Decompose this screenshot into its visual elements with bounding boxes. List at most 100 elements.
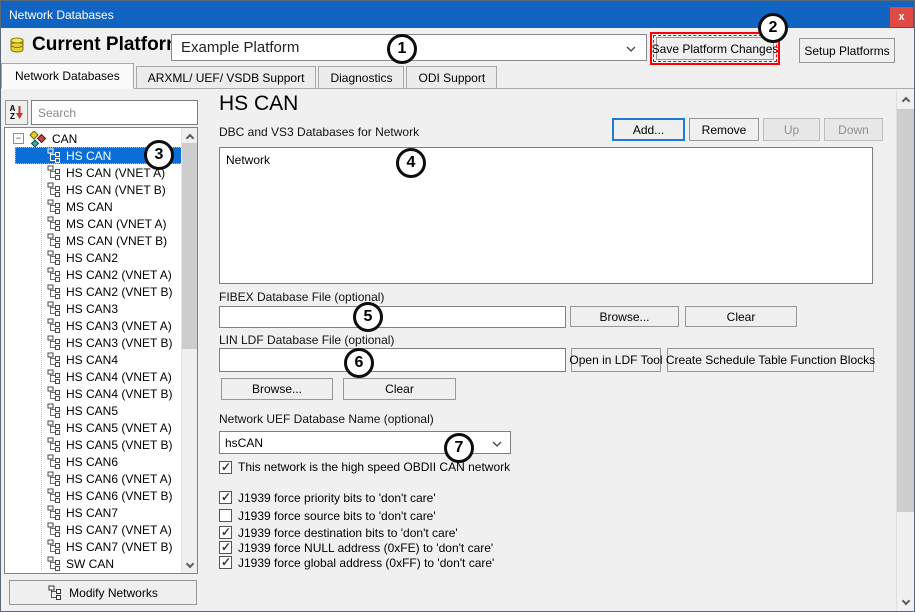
tab-network-databases[interactable]: Network Databases xyxy=(1,63,134,89)
checkbox-icon xyxy=(219,526,232,539)
chevron-down-icon xyxy=(492,441,502,447)
obdii-network-checkbox[interactable]: This network is the high speed OBDII CAN… xyxy=(219,460,510,474)
j1939-checkbox-j1939-force-source-bits-to-don-t-care[interactable]: J1939 force source bits to 'don't care' xyxy=(219,508,494,523)
tree-item-sw-can[interactable]: SW CAN xyxy=(15,555,193,572)
main-scrollbar[interactable] xyxy=(896,90,915,612)
network-node-icon xyxy=(47,233,62,248)
tree-item-hs-can7[interactable]: HS CAN7 xyxy=(15,504,193,521)
tree-item-hs-can6-vnet-a[interactable]: HS CAN6 (VNET A) xyxy=(15,470,193,487)
tree-scrollbar-thumb[interactable] xyxy=(182,143,197,349)
j1939-checkbox-j1939-force-null-address-0xfe-to-don-t-care[interactable]: J1939 force NULL address (0xFE) to 'don'… xyxy=(219,540,494,555)
network-node-icon xyxy=(47,267,62,282)
ldf-browse-button[interactable]: Browse... xyxy=(221,378,333,400)
network-node-icon xyxy=(47,556,62,571)
close-button[interactable]: x xyxy=(890,7,913,27)
page-title: HS CAN xyxy=(219,92,298,116)
tree-item-label: HS CAN5 (VNET A) xyxy=(66,421,172,435)
tree-item-hs-can5-vnet-b[interactable]: HS CAN5 (VNET B) xyxy=(15,436,193,453)
scroll-up-icon[interactable] xyxy=(182,128,197,144)
tree-item-label: HS CAN2 (VNET B) xyxy=(66,285,172,299)
checkbox-icon xyxy=(219,556,232,569)
sort-arrow-icon xyxy=(16,105,23,120)
network-node-icon xyxy=(47,318,62,333)
network-node-icon xyxy=(47,522,62,537)
tree-item-ms-can-vnet-b[interactable]: MS CAN (VNET B) xyxy=(15,232,193,249)
tree-item-hs-can4-vnet-b[interactable]: HS CAN4 (VNET B) xyxy=(15,385,193,402)
tree-item-hs-can5-vnet-a[interactable]: HS CAN5 (VNET A) xyxy=(15,419,193,436)
tree-item-hs-can3-vnet-a[interactable]: HS CAN3 (VNET A) xyxy=(15,317,193,334)
j1939-checkbox-j1939-force-destination-bits-to-don-t-care[interactable]: J1939 force destination bits to 'don't c… xyxy=(219,525,494,540)
down-button[interactable]: Down xyxy=(824,118,883,141)
network-node-icon xyxy=(47,539,62,554)
annotation-circle-4: 4 xyxy=(396,148,426,178)
tree-item-hs-can2-vnet-a[interactable]: HS CAN2 (VNET A) xyxy=(15,266,193,283)
j1939-checkbox-label: J1939 force global address (0xFF) to 'do… xyxy=(238,556,494,570)
tree-item-hs-can4[interactable]: HS CAN4 xyxy=(15,351,193,368)
scroll-down-icon[interactable] xyxy=(897,593,915,612)
open-in-ldf-tool-button[interactable]: Open in LDF Tool xyxy=(571,348,661,372)
tree-item-label: HS CAN (VNET B) xyxy=(66,183,166,197)
main-scrollbar-thumb[interactable] xyxy=(897,109,915,512)
tree-item-hs-can2[interactable]: HS CAN2 xyxy=(15,249,193,266)
j1939-checkbox-group: J1939 force priority bits to 'don't care… xyxy=(219,490,494,570)
tree-item-label: HS CAN7 (VNET A) xyxy=(66,523,172,537)
tree-item-label: HS CAN3 (VNET A) xyxy=(66,319,172,333)
ldf-file-input[interactable] xyxy=(219,348,566,372)
network-node-icon xyxy=(47,488,62,503)
tree-item-hs-can3[interactable]: HS CAN3 xyxy=(15,300,193,317)
current-platform-label: Current Platform xyxy=(32,34,183,56)
tree-item-hs-can7-vnet-a[interactable]: HS CAN7 (VNET A) xyxy=(15,521,193,538)
collapse-icon[interactable]: − xyxy=(13,133,24,144)
tree-item-label: HS CAN6 (VNET A) xyxy=(66,472,172,486)
network-node-icon xyxy=(47,403,62,418)
network-tree[interactable]: − CAN HS CAN xyxy=(4,127,198,574)
modify-networks-icon xyxy=(48,585,63,600)
uef-name-value: hsCAN xyxy=(225,436,263,450)
fibex-browse-button[interactable]: Browse... xyxy=(570,306,679,327)
save-platform-changes-button[interactable]: Save Platform Changes xyxy=(656,37,774,60)
tree-item-list: HS CAN HS CAN (VNET A) xyxy=(5,147,197,572)
scroll-up-icon[interactable] xyxy=(897,90,915,109)
tree-item-label: MS CAN (VNET A) xyxy=(66,217,166,231)
tree-item-hs-can7-vnet-b[interactable]: HS CAN7 (VNET B) xyxy=(15,538,193,555)
tree-item-label: HS CAN6 xyxy=(66,455,118,469)
network-node-icon xyxy=(47,386,62,401)
j1939-checkbox-j1939-force-global-address-0xff-to-don-t-care[interactable]: J1939 force global address (0xFF) to 'do… xyxy=(219,555,494,570)
tree-item-hs-can5[interactable]: HS CAN5 xyxy=(15,402,193,419)
tree-item-hs-can2-vnet-b[interactable]: HS CAN2 (VNET B) xyxy=(15,283,193,300)
scroll-down-icon[interactable] xyxy=(182,557,197,573)
network-databases-window: Network Databases x Current Platform Exa… xyxy=(0,0,915,612)
create-schedule-table-button[interactable]: Create Schedule Table Function Blocks xyxy=(667,348,874,372)
fibex-file-input[interactable] xyxy=(219,306,566,328)
tree-item-hs-can4-vnet-a[interactable]: HS CAN4 (VNET A) xyxy=(15,368,193,385)
tab-odi-support[interactable]: ODI Support xyxy=(406,66,497,88)
tree-item-hs-can6[interactable]: HS CAN6 xyxy=(15,453,193,470)
network-node-icon xyxy=(47,182,62,197)
network-node-icon xyxy=(47,165,62,180)
setup-platforms-button[interactable]: Setup Platforms xyxy=(799,38,895,63)
annotation-circle-6: 6 xyxy=(344,348,374,378)
tab-arxml-uef-vsdb-support[interactable]: ARXML/ UEF/ VSDB Support xyxy=(136,66,317,88)
can-cluster-icon xyxy=(29,131,47,147)
search-input[interactable] xyxy=(31,100,198,125)
j1939-checkbox-j1939-force-priority-bits-to-don-t-care[interactable]: J1939 force priority bits to 'don't care… xyxy=(219,490,494,505)
network-node-icon xyxy=(47,471,62,486)
tree-item-hs-can-vnet-b[interactable]: HS CAN (VNET B) xyxy=(15,181,193,198)
add-button[interactable]: Add... xyxy=(612,118,685,141)
database-list[interactable]: Network xyxy=(219,147,873,284)
tree-item-label: MS CAN (VNET B) xyxy=(66,234,167,248)
ldf-clear-button[interactable]: Clear xyxy=(343,378,456,400)
tree-item-hs-can3-vnet-b[interactable]: HS CAN3 (VNET B) xyxy=(15,334,193,351)
network-node-icon xyxy=(47,335,62,350)
up-button[interactable]: Up xyxy=(763,118,820,141)
tree-item-ms-can[interactable]: MS CAN xyxy=(15,198,193,215)
tree-item-hs-can6-vnet-b[interactable]: HS CAN6 (VNET B) xyxy=(15,487,193,504)
modify-networks-label: Modify Networks xyxy=(69,586,158,600)
modify-networks-button[interactable]: Modify Networks xyxy=(9,580,197,605)
tree-item-ms-can-vnet-a[interactable]: MS CAN (VNET A) xyxy=(15,215,193,232)
tab-diagnostics[interactable]: Diagnostics xyxy=(318,66,404,88)
sort-az-button[interactable]: AZ xyxy=(5,100,28,125)
fibex-clear-button[interactable]: Clear xyxy=(685,306,797,327)
tree-scrollbar[interactable] xyxy=(181,128,197,573)
remove-button[interactable]: Remove xyxy=(689,118,759,141)
